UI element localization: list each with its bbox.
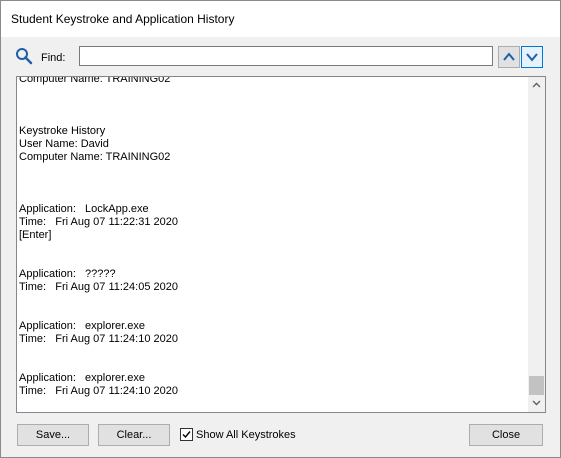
search-icon	[15, 47, 33, 65]
scroll-down-icon	[532, 400, 541, 406]
clear-button[interactable]: Clear...	[98, 424, 170, 446]
chevron-down-icon	[526, 53, 538, 62]
scroll-down-button[interactable]	[528, 395, 545, 412]
save-button[interactable]: Save...	[17, 424, 89, 446]
vertical-scrollbar[interactable]	[528, 77, 545, 412]
history-log[interactable]: Computer Name: TRAINING02 Keystroke Hist…	[16, 76, 546, 413]
find-bar: Find:	[1, 37, 560, 77]
close-button[interactable]: Close	[469, 424, 543, 446]
scroll-up-icon	[532, 82, 541, 88]
keystroke-history-dialog: Student Keystroke and Application Histor…	[0, 0, 561, 458]
checkmark-icon	[182, 431, 191, 439]
find-label: Find:	[41, 52, 66, 64]
scroll-thumb[interactable]	[529, 376, 544, 395]
history-log-text: Computer Name: TRAINING02 Keystroke Hist…	[19, 76, 178, 397]
show-all-keystrokes-checkbox[interactable]	[180, 428, 193, 441]
show-all-keystrokes-label: Show All Keystrokes	[196, 429, 296, 441]
title-bar[interactable]: Student Keystroke and Application Histor…	[1, 1, 560, 37]
scroll-up-button[interactable]	[528, 77, 545, 94]
chevron-up-icon	[503, 52, 515, 61]
find-input[interactable]	[79, 46, 493, 66]
find-previous-button[interactable]	[498, 46, 520, 68]
find-next-button[interactable]	[521, 46, 543, 68]
window-title: Student Keystroke and Application Histor…	[11, 12, 235, 26]
